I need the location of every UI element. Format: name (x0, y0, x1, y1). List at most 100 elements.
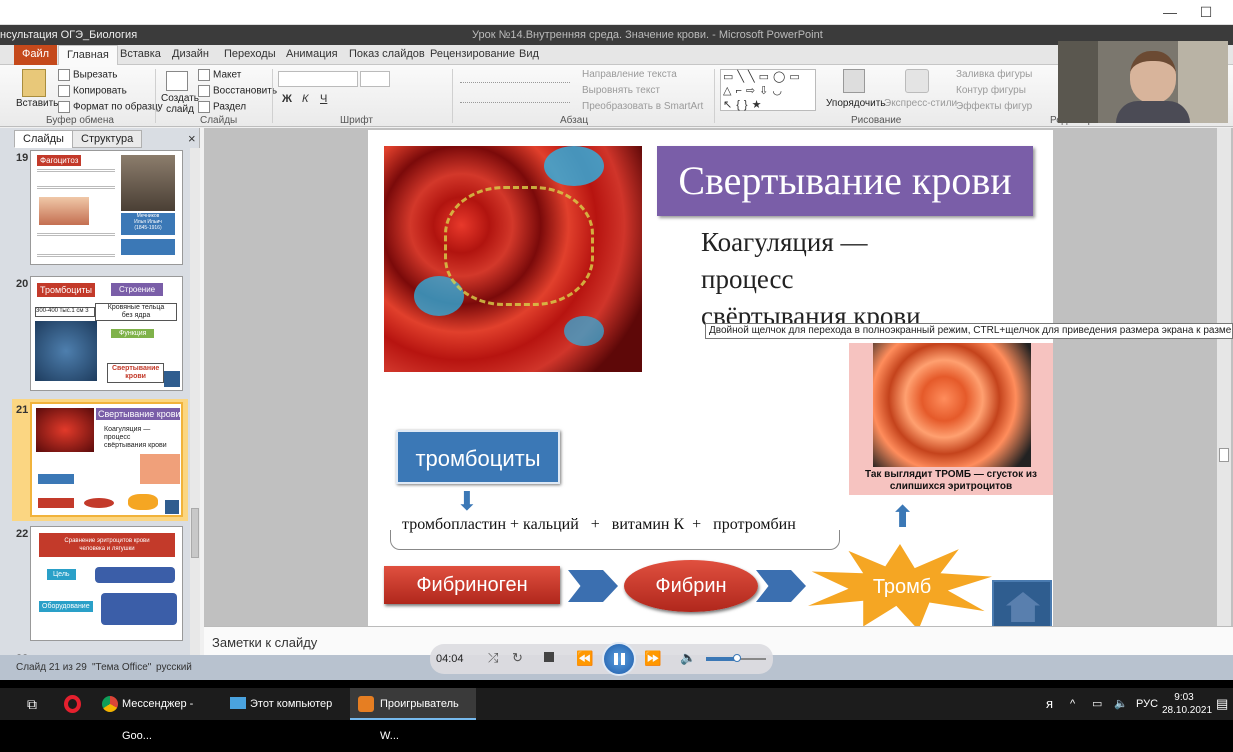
tab-slides[interactable]: Слайды (14, 130, 73, 148)
panel-scroll-thumb[interactable] (191, 508, 199, 558)
slide-title[interactable]: Свертывание крови (657, 146, 1033, 216)
reset-button[interactable]: Восстановить (198, 85, 277, 97)
notifications-icon[interactable]: ▤ (1216, 688, 1228, 720)
smartart-button[interactable]: Преобразовать в SmartArt (582, 101, 703, 112)
tab-insert[interactable]: Вставка (120, 48, 161, 60)
repeat-icon[interactable]: ↻ (512, 650, 523, 666)
platelet-blob (564, 316, 604, 346)
maximize-button[interactable]: ☐ (1192, 2, 1220, 22)
italic-button[interactable]: К (302, 93, 308, 105)
tab-file[interactable]: Файл (14, 45, 58, 65)
taskbar-item-player[interactable]: Проигрыватель W... (350, 688, 476, 742)
thumb-caption-box (121, 239, 175, 255)
arrange-button[interactable]: Упорядочить (826, 98, 886, 109)
person-icon[interactable]: ᴙ (1046, 688, 1053, 720)
home-icon (1006, 592, 1040, 622)
copy-button[interactable]: Копировать (58, 85, 127, 97)
new-slide-icon (166, 71, 188, 91)
format-painter-label: Формат по образцу (73, 101, 163, 113)
platelets-box[interactable]: тромбоциты (396, 430, 560, 484)
next-icon[interactable]: ⏩ (644, 650, 661, 667)
vertical-scrollbar[interactable] (1217, 128, 1231, 626)
cut-button[interactable]: Вырезать (58, 69, 117, 81)
fibrinogen-box[interactable]: Фибриноген (384, 566, 560, 604)
slide-thumbnail-22[interactable]: Сравнение эритроцитов крови человека и л… (30, 526, 183, 641)
slide-thumbnail-21[interactable]: Свертывание крови Коагуляция — процесс с… (30, 402, 183, 517)
minimize-button[interactable]: — (1156, 2, 1184, 22)
panel-scrollbar[interactable] (190, 148, 200, 678)
thumb-title: Сравнение эритроцитов крови человека и л… (39, 533, 175, 557)
tab-outline[interactable]: Структура (72, 130, 143, 148)
thumb-title: Тромбоциты (37, 283, 96, 297)
tab-design[interactable]: Дизайн (172, 48, 209, 60)
shuffle-icon[interactable]: ⤮ (488, 650, 498, 666)
opera-icon (64, 695, 81, 713)
chrome-icon (102, 696, 118, 712)
chevron-arrow-icon (756, 570, 806, 602)
new-slide-button[interactable]: Создать слайд (161, 93, 199, 115)
slide-thumbnail-20[interactable]: Тромбоциты Строение Кровяные тельца без … (30, 276, 183, 391)
format-painter-button[interactable]: Формат по образцу (58, 101, 163, 113)
shape-outline-button[interactable]: Контур фигуры (956, 85, 1026, 96)
pause-icon (614, 653, 618, 665)
volume-thumb[interactable] (733, 654, 741, 662)
fibrin-ellipse (84, 498, 114, 508)
clock[interactable]: 9:03 28.10.2021 (1162, 688, 1212, 720)
tab-view[interactable]: Вид (519, 48, 539, 60)
layout-button[interactable]: Макет (198, 69, 241, 81)
previous-icon[interactable]: ⏪ (576, 650, 593, 667)
goal-box (95, 567, 175, 583)
font-size-select[interactable] (360, 71, 390, 87)
copy-icon (58, 85, 70, 97)
volume-icon[interactable]: 🔈 (680, 650, 696, 666)
font-name-select[interactable] (278, 71, 358, 87)
clot-image (140, 454, 180, 484)
taskbar-item-label: Мессенджер - Goo... (122, 698, 194, 742)
arrange-icon (843, 69, 865, 93)
align-text-button[interactable]: Выровнять текст (582, 85, 660, 96)
bold-button[interactable]: Ж (282, 93, 292, 105)
thromb-star (128, 494, 158, 510)
thumb-text-block (37, 233, 115, 257)
slide-thumbnail-19[interactable]: Фагоцитоз Мечников Илья Ильич (1845-1916… (30, 150, 183, 265)
player-title-bar: — ☐ (0, 0, 1233, 25)
tab-review[interactable]: Рецензирование (430, 48, 515, 60)
tab-home[interactable]: Главная (58, 45, 118, 66)
language-indicator[interactable]: РУС (1136, 688, 1158, 720)
task-view-icon[interactable]: ⧉ (18, 688, 46, 720)
close-panel-icon[interactable]: × (188, 131, 196, 146)
current-slide[interactable]: Свертывание крови Коагуляция — процесс с… (368, 130, 1053, 660)
taskbar-item-messenger[interactable]: Мессенджер - Goo... (96, 688, 218, 742)
chevron-up-icon[interactable]: ^ (1070, 688, 1075, 720)
equipment-label: Оборудование (39, 601, 93, 612)
align-buttons[interactable] (460, 91, 570, 103)
quick-styles-button[interactable]: Экспресс-стили (884, 98, 957, 109)
opera-button[interactable] (60, 688, 84, 720)
tab-animation[interactable]: Анимация (286, 48, 338, 60)
underline-button[interactable]: Ч (320, 93, 327, 105)
pause-button[interactable] (602, 642, 636, 676)
fibrin-ellipse[interactable]: Фибрин (624, 560, 758, 612)
paste-button[interactable]: Вставить (16, 98, 58, 109)
volume-slider[interactable] (706, 654, 766, 662)
tab-transitions[interactable]: Переходы (224, 48, 276, 60)
volume-tray-icon[interactable]: 🔈 (1114, 688, 1128, 720)
section-button[interactable]: Раздел (198, 101, 246, 113)
blood-cells-image (384, 146, 642, 372)
scissors-icon (58, 69, 70, 81)
slide-body-text[interactable]: Коагуляция — процесс свёртывания крови (701, 224, 921, 335)
drawing-group-label: Рисование (851, 115, 902, 126)
shape-effects-button[interactable]: Эффекты фигур (956, 101, 1032, 112)
text-direction-button[interactable]: Направление текста (582, 69, 677, 80)
shapes-gallery[interactable]: ▭╲╲▭◯▭ △⌐⇨⇩◡ ↖{}★ (720, 69, 816, 111)
slide-number: 22 (16, 528, 29, 540)
vertical-scroll-thumb[interactable] (1219, 448, 1229, 462)
tab-slideshow[interactable]: Показ слайдов (349, 48, 425, 60)
playback-time: 04:04 (436, 653, 464, 665)
taskbar-item-computer[interactable]: Этот компьютер (224, 688, 344, 720)
network-icon[interactable]: ▭ (1092, 688, 1102, 720)
list-buttons[interactable] (460, 71, 570, 83)
reset-icon (198, 85, 210, 97)
shape-fill-button[interactable]: Заливка фигуры (956, 69, 1032, 80)
stop-icon[interactable] (544, 652, 554, 662)
